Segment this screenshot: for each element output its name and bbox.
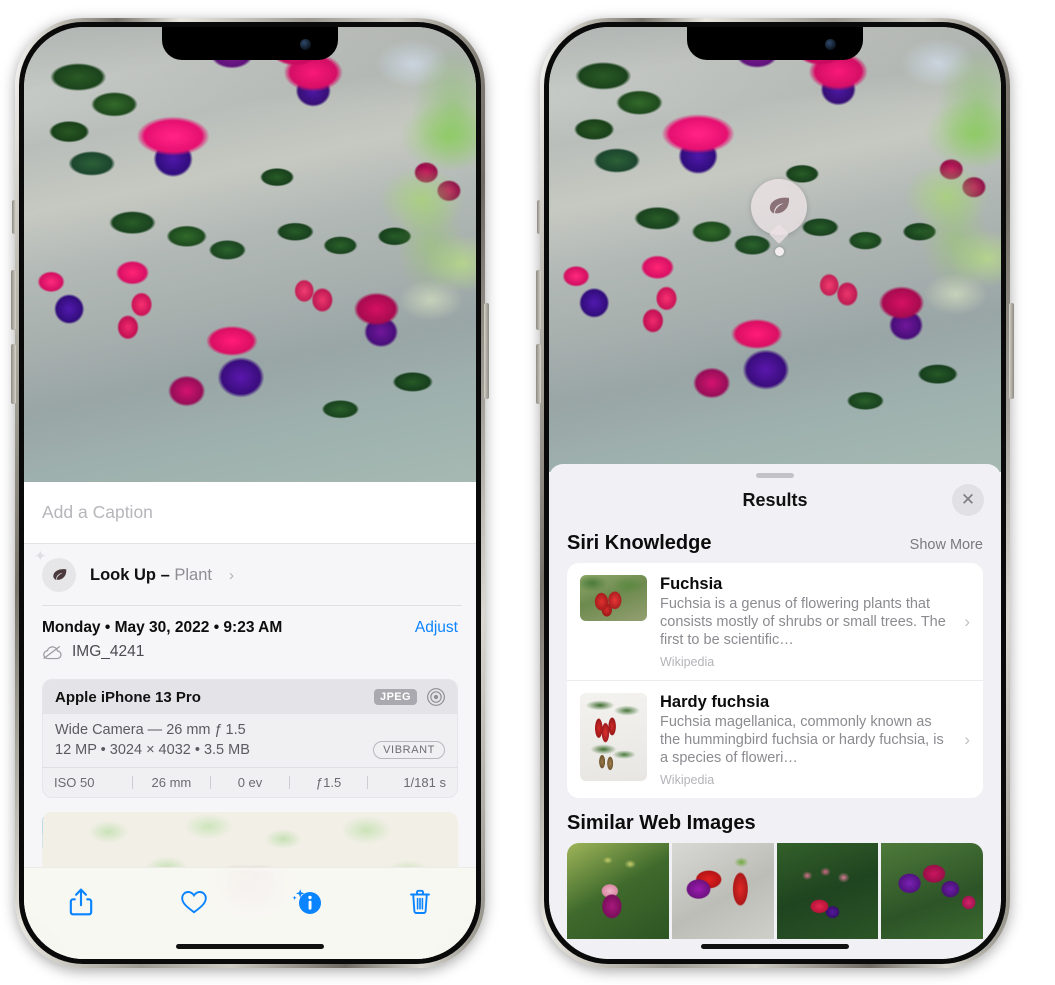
screenshot-canvas: Add a Caption ✦ Look Up – Plant › Monday… xyxy=(0,0,1055,985)
photo-fuchsia-flowers[interactable] xyxy=(24,27,476,482)
knowledge-description: Fuchsia is a genus of flowering plants t… xyxy=(660,596,946,648)
volume-up-button[interactable] xyxy=(11,270,16,330)
mute-switch[interactable] xyxy=(537,200,541,234)
screen-left: Add a Caption ✦ Look Up – Plant › Monday… xyxy=(24,27,476,959)
chevron-right-icon: › xyxy=(228,566,234,584)
siri-knowledge-header: Siri Knowledge Show More xyxy=(549,522,1001,563)
leaf-icon xyxy=(52,568,66,580)
iphone-right-visual-lookup-results: Results ✕ Siri Knowledge Show More Fuchs… xyxy=(536,18,1014,968)
delete-button[interactable] xyxy=(396,882,444,922)
leaf-icon xyxy=(769,197,790,214)
share-icon xyxy=(69,888,92,916)
icloud-slash-icon xyxy=(43,645,62,659)
image-specs: 12 MP • 3024 × 4032 • 3.5 MB xyxy=(55,742,250,758)
front-camera-icon xyxy=(825,39,836,50)
screen-right: Results ✕ Siri Knowledge Show More Fuchs… xyxy=(549,27,1001,959)
section-title: Siri Knowledge xyxy=(567,532,712,554)
chevron-right-icon: › xyxy=(964,729,970,749)
caption-field[interactable]: Add a Caption xyxy=(24,482,476,544)
look-up-subject: Plant xyxy=(174,565,212,584)
capture-date: Monday • May 30, 2022 • 9:23 AM xyxy=(42,619,283,636)
web-image-thumbnail[interactable] xyxy=(776,842,879,939)
close-button[interactable]: ✕ xyxy=(952,484,984,516)
info-sparkle-icon xyxy=(291,889,321,914)
visual-lookup-anchor-dot xyxy=(775,247,784,256)
knowledge-item[interactable]: Fuchsia Fuchsia is a genus of flowering … xyxy=(567,563,983,680)
format-badge: JPEG xyxy=(374,689,417,705)
file-name: IMG_4241 xyxy=(72,643,145,660)
aperture-icon xyxy=(427,688,445,706)
volume-up-button[interactable] xyxy=(536,270,541,330)
knowledge-item[interactable]: Hardy fuchsia Fuchsia magellanica, commo… xyxy=(567,679,983,798)
volume-down-button[interactable] xyxy=(536,344,541,404)
camera-model: Apple iPhone 13 Pro xyxy=(55,688,201,706)
metadata-block: Monday • May 30, 2022 • 9:23 AM Adjust I… xyxy=(24,606,476,671)
knowledge-source: Wikipedia xyxy=(660,772,715,787)
caption-placeholder: Add a Caption xyxy=(42,502,153,522)
chevron-right-icon: › xyxy=(964,611,970,631)
knowledge-title: Fuchsia xyxy=(660,575,723,593)
mute-switch[interactable] xyxy=(12,200,16,234)
iphone-left-photo-info: Add a Caption ✦ Look Up – Plant › Monday… xyxy=(11,18,489,968)
trash-icon xyxy=(409,889,430,914)
knowledge-thumbnail xyxy=(580,692,647,781)
show-more-button[interactable]: Show More xyxy=(910,537,983,553)
exif-iso: ISO 50 xyxy=(54,775,95,790)
knowledge-title: Hardy fuchsia xyxy=(660,692,770,711)
adjust-button[interactable]: Adjust xyxy=(415,619,458,637)
look-up-label: Look Up – Plant xyxy=(90,565,212,584)
power-button[interactable] xyxy=(1009,303,1014,399)
knowledge-description: Fuchsia magellanica, commonly known as t… xyxy=(660,713,944,766)
visual-lookup-badge[interactable] xyxy=(751,179,807,244)
lookup-section: ✦ Look Up – Plant › Monday • May 30, 202… xyxy=(24,544,476,902)
camera-info-card: Apple iPhone 13 Pro JPEG Wide Camera — 2… xyxy=(42,679,458,798)
power-button[interactable] xyxy=(484,303,489,399)
siri-knowledge-card: Fuchsia Fuchsia is a genus of flowering … xyxy=(567,563,983,798)
camera-card-header: Apple iPhone 13 Pro JPEG xyxy=(43,680,457,714)
info-button[interactable] xyxy=(283,882,331,922)
exif-exposure: 0 ev xyxy=(237,775,263,790)
heart-icon xyxy=(180,891,207,914)
exif-row: ISO 50 26 mm 0 ev ƒ1.5 1/181 s xyxy=(43,767,457,797)
sparkle-icon: ✦ xyxy=(34,548,47,565)
notch xyxy=(162,27,338,60)
results-title: Results xyxy=(742,489,808,510)
phone-screen-container: Results ✕ Siri Knowledge Show More Fuchs… xyxy=(549,27,1001,959)
exif-focal: 26 mm xyxy=(151,775,192,790)
share-button[interactable] xyxy=(57,882,105,922)
notch xyxy=(687,27,863,60)
home-indicator[interactable] xyxy=(701,944,849,949)
exif-aperture: ƒ1.5 xyxy=(315,775,342,790)
front-camera-icon xyxy=(300,39,311,50)
results-sheet: Results ✕ Siri Knowledge Show More Fuchs… xyxy=(549,464,1001,959)
leaf-badge: ✦ xyxy=(34,549,76,592)
photo-toolbar xyxy=(24,867,476,959)
lens-info: Wide Camera — 26 mm ƒ 1.5 xyxy=(55,722,246,738)
phone-screen-container: Add a Caption ✦ Look Up – Plant › Monday… xyxy=(24,27,476,959)
knowledge-source: Wikipedia xyxy=(660,654,715,669)
color-profile-chip: VIBRANT xyxy=(373,741,445,759)
similar-web-images-header: Similar Web Images xyxy=(549,798,1001,843)
camera-card-body: Wide Camera — 26 mm ƒ 1.5 12 MP • 3024 ×… xyxy=(43,714,457,767)
close-icon: ✕ xyxy=(960,490,976,509)
look-up-row[interactable]: ✦ Look Up – Plant › xyxy=(24,544,476,605)
section-title: Similar Web Images xyxy=(567,811,756,834)
knowledge-thumbnail xyxy=(580,575,647,621)
exif-shutter: 1/181 s xyxy=(403,775,446,790)
web-image-thumbnail[interactable] xyxy=(567,842,669,939)
results-header: Results ✕ xyxy=(549,478,1001,522)
similar-web-images-strip xyxy=(567,842,983,939)
volume-down-button[interactable] xyxy=(11,344,16,404)
home-indicator[interactable] xyxy=(176,944,324,949)
web-image-thumbnail[interactable] xyxy=(671,842,774,939)
favorite-button[interactable] xyxy=(170,882,218,922)
web-image-thumbnail[interactable] xyxy=(881,842,983,939)
